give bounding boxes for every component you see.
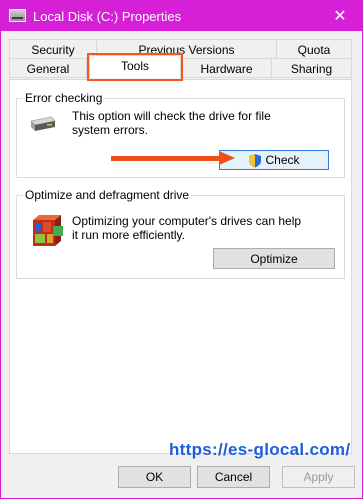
drive-title-icon [9,9,26,22]
optimize-description: Optimizing your computer's drives can he… [72,214,302,242]
tab-sharing[interactable]: Sharing [271,58,352,78]
apply-button[interactable]: Apply [282,466,355,488]
tools-panel: Error checking This option will check th… [9,79,352,454]
tab-hardware[interactable]: Hardware [181,58,272,78]
defrag-icon [29,212,65,250]
error-checking-label: Error checking [23,91,105,105]
optimize-label: Optimize and defragment drive [23,188,192,202]
ok-button[interactable]: OK [118,466,191,488]
check-button-label: Check [265,153,300,167]
close-button[interactable]: ✕ [318,1,362,31]
dialog-buttons: OK Cancel Apply [1,462,362,498]
optimize-group: Optimize and defragment drive Optimizing… [16,188,345,279]
title-bar: Local Disk (C:) Properties ✕ [1,1,362,31]
shield-icon [248,153,262,168]
error-checking-group: Error checking This option will check th… [16,91,345,178]
properties-window: Local Disk (C:) Properties ✕ Security Pr… [0,0,363,499]
tools-tab-highlight [87,53,183,81]
window-title: Local Disk (C:) Properties [33,9,182,24]
tab-quota[interactable]: Quota [276,39,352,59]
watermark-url: https://es-glocal.com/ [169,440,351,459]
annotation-arrow-shaft [111,156,221,161]
tab-security[interactable]: Security [9,39,97,59]
check-button[interactable]: Check [219,150,329,170]
optimize-button[interactable]: Optimize [213,248,335,269]
tab-general[interactable]: General [9,58,87,78]
drive-icon [29,113,57,135]
cancel-button[interactable]: Cancel [197,466,270,488]
error-checking-description: This option will check the drive for fil… [72,109,271,137]
annotation-arrow-head [219,151,235,165]
